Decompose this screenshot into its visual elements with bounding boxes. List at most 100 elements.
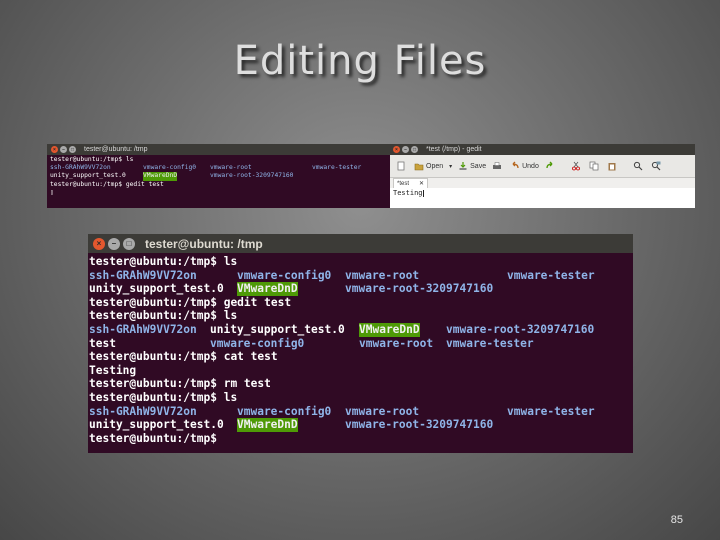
minimize-icon[interactable]: –	[108, 237, 120, 250]
terminal-entry: VMwareDnD	[237, 282, 298, 296]
cut-button[interactable]	[571, 161, 583, 171]
terminal-line: tester@ubuntu:/tmp$ gedit test	[50, 181, 387, 189]
paste-button[interactable]	[607, 161, 619, 171]
copy-icon	[589, 161, 599, 171]
terminal-entry: tester@ubuntu:/tmp$ ls	[50, 156, 134, 163]
search-icon	[633, 161, 643, 171]
terminal-entry: VMwareDnD	[237, 418, 298, 432]
terminal-entry: tester@ubuntu:/tmp$ ls	[89, 390, 238, 404]
redo-icon	[546, 161, 553, 169]
terminal-output[interactable]: tester@ubuntu:/tmp$ ls ssh-GRAhW9VV72on vm…	[88, 253, 633, 447]
close-icon[interactable]: ✕	[419, 180, 424, 187]
redo-button[interactable]	[545, 161, 557, 171]
terminal-entry: ssh-GRAhW9VV72on	[89, 268, 197, 282]
tab-label: *test	[397, 180, 410, 187]
paste-icon	[608, 163, 616, 171]
terminal-entry: tester@ubuntu:/tmp$ cat test	[89, 350, 278, 364]
terminal-entry: ssh-GRAhW9VV72on	[89, 322, 197, 336]
terminal-line: ssh-GRAhW9VV72on vmware-config0 vmware-roo…	[89, 405, 632, 419]
maximize-icon[interactable]: □	[69, 146, 76, 153]
terminal-entry: vmware-root	[345, 404, 420, 418]
terminal-entry: tester@ubuntu:/tmp$ ls	[89, 309, 238, 323]
replace-button[interactable]	[651, 161, 663, 171]
small-terminal-titlebar[interactable]: × – □ tester@ubuntu: /tmp	[47, 144, 390, 155]
terminal-line: ssh-GRAhW9VV72on vmware-config0 vmware-roo…	[50, 164, 387, 172]
terminal-entry: vmware-tester	[507, 404, 595, 418]
undo-button[interactable]: Undo	[510, 161, 539, 171]
minimize-icon[interactable]: –	[60, 146, 67, 153]
maximize-icon[interactable]: □	[411, 146, 418, 153]
terminal-entry: vmware-root	[210, 164, 252, 172]
terminal-line: tester@ubuntu:/tmp$ gedit test	[89, 296, 632, 310]
page-number: 85	[670, 514, 683, 526]
small-terminal-title: tester@ubuntu: /tmp	[84, 146, 148, 153]
copy-button[interactable]	[589, 161, 601, 171]
gedit-title: *test (/tmp) - gedit	[426, 146, 482, 153]
terminal-line: unity_support_test.0 VMwareDnD vmware-root…	[89, 418, 632, 432]
replace-icon	[651, 161, 661, 171]
terminal-line: tester@ubuntu:/tmp$	[89, 432, 632, 446]
terminal-entry: tester@ubuntu:/tmp$ ls	[89, 255, 238, 268]
close-icon[interactable]: ×	[51, 146, 58, 153]
terminal-line: ▯	[50, 189, 387, 197]
terminal-entry: vmware-config0	[237, 404, 332, 418]
terminal-entry: vmware-root-3209747160	[345, 282, 494, 296]
gedit-window[interactable]: × – □ *test (/tmp) - gedit Open ▾ Save U…	[390, 144, 695, 208]
tab-test[interactable]: *test ✕	[393, 178, 429, 188]
print-icon	[493, 162, 502, 169]
undo-icon	[512, 161, 519, 169]
terminal-line: unity_support_test.0 VMwareDnD vmware-root…	[89, 282, 632, 296]
text-cursor	[422, 189, 424, 197]
new-document-button[interactable]	[396, 161, 408, 171]
small-terminal-output[interactable]: tester@ubuntu:/tmp$ ls ssh-GRAhW9VV72on vm…	[47, 155, 390, 198]
terminal-entry: vmware-tester	[446, 336, 534, 350]
terminal-line: tester@ubuntu:/tmp$ ls	[89, 255, 632, 269]
terminal-entry: tester@ubuntu:/tmp$ gedit test	[50, 180, 164, 188]
editor-content: Testing	[393, 189, 423, 197]
terminal-entry: vmware-tester	[507, 268, 595, 282]
cut-icon	[571, 161, 580, 171]
terminal-window[interactable]: × – □ tester@ubuntu: /tmp tester@ubuntu:…	[88, 234, 633, 453]
gedit-titlebar[interactable]: × – □ *test (/tmp) - gedit	[390, 144, 695, 155]
slide-title: Editing Files	[233, 38, 487, 84]
terminal-line: tester@ubuntu:/tmp$ cat test	[89, 350, 632, 364]
print-button[interactable]	[492, 161, 504, 171]
save-label: Save	[470, 162, 487, 170]
gedit-tab-bar: *test ✕	[390, 178, 695, 188]
chevron-down-icon[interactable]: ▾	[449, 163, 452, 170]
terminal-entry: vmware-root	[345, 268, 420, 282]
search-button[interactable]	[633, 161, 645, 171]
terminal-entry: VMwareDnD	[359, 322, 420, 337]
terminal-entry: vmware-root-3209747160	[345, 418, 494, 432]
gedit-text-area[interactable]: Testing	[390, 188, 695, 208]
terminal-entry: tester@ubuntu:/tmp$	[89, 431, 217, 445]
terminal-line: ssh-GRAhW9VV72on unity_support_test.0 VMwa…	[89, 322, 632, 337]
undo-label: Undo	[522, 162, 539, 170]
close-icon[interactable]: ×	[393, 146, 400, 153]
terminal-entry: unity_support_test.0	[89, 418, 224, 432]
open-folder-icon	[414, 163, 424, 171]
terminal-titlebar[interactable]: × – □ tester@ubuntu: /tmp	[88, 234, 633, 253]
terminal-entry: unity_support_test.0	[89, 282, 224, 296]
terminal-entry: vmware-root-3209747160	[446, 322, 595, 336]
minimize-icon[interactable]: –	[402, 146, 409, 153]
save-button[interactable]: Save	[458, 161, 486, 171]
save-icon	[459, 162, 467, 170]
terminal-line: tester@ubuntu:/tmp$ ls	[89, 391, 632, 405]
small-terminal-window[interactable]: × – □ tester@ubuntu: /tmp tester@ubuntu:…	[47, 144, 390, 208]
terminal-entry: vmware-tester	[312, 164, 362, 172]
close-icon[interactable]: ×	[93, 237, 105, 250]
terminal-entry: unity_support_test.0	[210, 322, 345, 336]
terminal-entry: VMwareDnD	[143, 172, 178, 181]
open-button[interactable]: Open ▾	[414, 161, 452, 171]
terminal-line: test vmware-config0 vmware-root vmware-test…	[89, 337, 632, 351]
maximize-icon[interactable]: □	[123, 237, 135, 250]
terminal-entry: tester@ubuntu:/tmp$ rm test	[89, 377, 271, 391]
gedit-toolbar: Open ▾ Save Undo	[390, 155, 695, 178]
terminal-entry: ssh-GRAhW9VV72on	[89, 404, 197, 418]
new-document-icon	[397, 161, 405, 171]
terminal-entry: vmware-config0	[237, 268, 332, 282]
terminal-line: unity_support_test.0 VMwareDnD vmware-root…	[50, 172, 387, 181]
terminal-entry: ▯	[50, 188, 54, 196]
terminal-line: tester@ubuntu:/tmp$ rm test	[89, 377, 632, 391]
